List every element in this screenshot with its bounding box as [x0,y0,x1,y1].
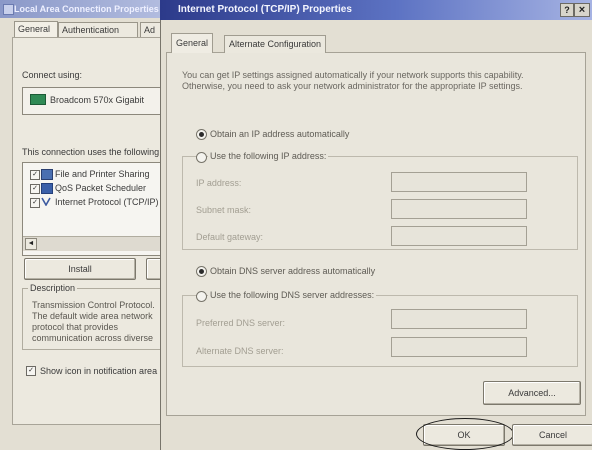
tab-general[interactable]: General [171,33,214,53]
component-checkbox[interactable]: ✓ [30,170,40,180]
preferred-dns-field[interactable] [391,309,527,329]
obtain-ip-auto-radio[interactable] [196,129,207,140]
ok-highlight-circle [416,418,514,450]
components-label: This connection uses the following items… [22,147,167,157]
component-label[interactable]: Internet Protocol (TCP/IP) [55,197,167,207]
intro-text: You can get IP settings assigned automat… [182,70,524,91]
use-following-dns-radio[interactable] [196,291,207,302]
dialog-title: Internet Protocol (TCP/IP) Properties [178,4,352,15]
bg-tab-general[interactable]: General [14,21,58,38]
network-adapter-icon [30,94,46,105]
tab-alternate-configuration[interactable]: Alternate Configuration [224,35,327,53]
component-checkbox[interactable]: ✓ [30,184,40,194]
component-checkbox[interactable]: ✓ [30,198,40,208]
install-button[interactable]: Install [24,258,136,280]
adapter-name: Broadcom 570x Gigabit [50,95,145,105]
subnet-mask-field[interactable] [391,199,527,219]
ip-address-field[interactable] [391,172,527,192]
use-following-ip-label[interactable]: Use the following IP address: [208,151,329,161]
obtain-dns-auto-label[interactable]: Obtain DNS server address automatically [210,266,375,276]
component-label[interactable]: File and Printer Sharing [55,169,167,179]
advanced-button[interactable]: Advanced... [483,381,581,405]
alternate-dns-field[interactable] [391,337,527,357]
close-icon[interactable]: × [574,3,590,17]
connect-using-label: Connect using: [22,70,83,80]
ip-address-label: IP address: [196,178,242,188]
alternate-dns-label: Alternate DNS server: [196,346,284,356]
cancel-button[interactable]: Cancel [512,424,592,446]
subnet-mask-label: Subnet mask: [196,205,252,215]
use-following-dns-label[interactable]: Use the following DNS server addresses: [208,290,377,300]
preferred-dns-label: Preferred DNS server: [196,318,286,328]
description-label: Description [28,283,78,293]
scroll-left-icon[interactable]: ◄ [25,238,37,250]
qos-icon [41,183,53,194]
use-following-ip-radio[interactable] [196,152,207,163]
show-icon-checkbox[interactable]: ✓ [26,366,36,376]
component-label[interactable]: QoS Packet Scheduler [55,183,167,193]
protocol-icon [41,197,51,207]
printer-share-icon [41,169,53,180]
horizontal-scrollbar[interactable] [23,236,170,251]
help-icon[interactable]: ? [560,3,574,17]
description-text: Transmission Control Protocol. The defau… [32,300,155,342]
obtain-dns-auto-radio[interactable] [196,266,207,277]
default-gateway-label: Default gateway: [196,232,264,242]
network-connection-icon [3,4,14,15]
bg-tab-authentication[interactable]: Authentication [58,22,138,38]
background-dialog-title: Local Area Connection Properties [14,4,159,14]
show-icon-label[interactable]: Show icon in notification area [40,366,165,376]
obtain-ip-auto-label[interactable]: Obtain an IP address automatically [210,129,349,139]
background-dialog-titlebar[interactable]: Local Area Connection Properties [0,0,170,18]
default-gateway-field[interactable] [391,226,527,246]
